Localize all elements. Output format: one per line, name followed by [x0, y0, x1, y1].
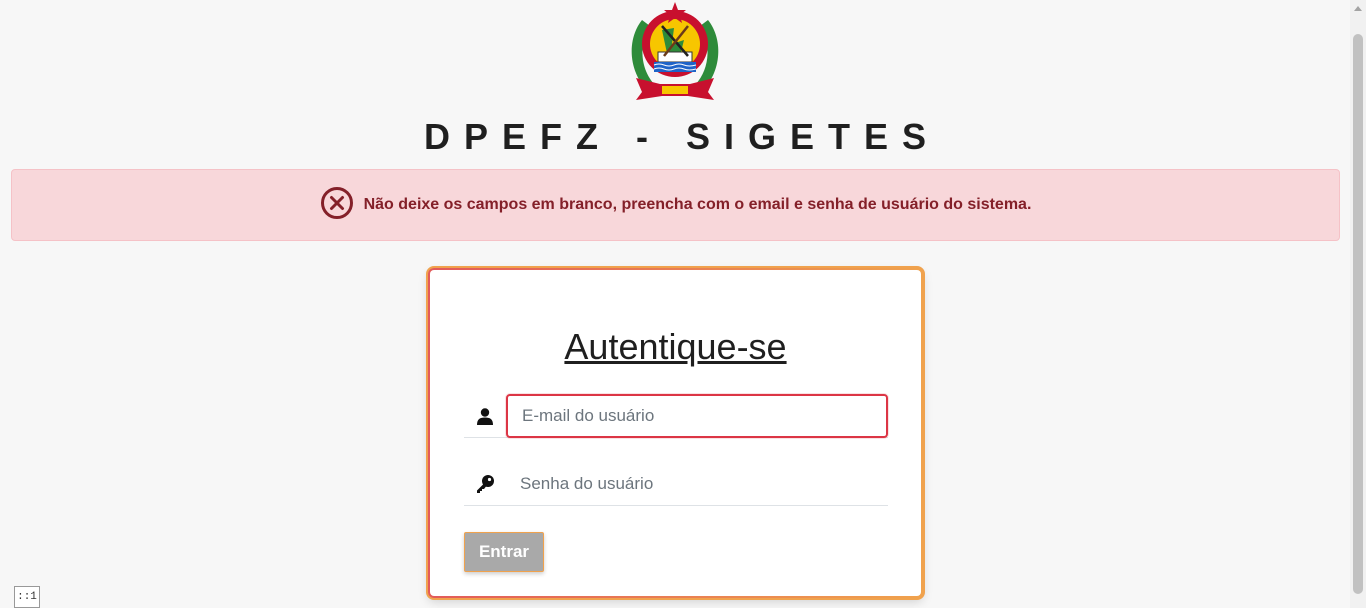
password-field-group	[464, 462, 888, 506]
debug-badge: ::1	[14, 586, 40, 608]
scroll-up-arrow-icon[interactable]	[1354, 6, 1362, 11]
email-input[interactable]	[506, 394, 888, 438]
login-card: Autentique-se Entrar	[428, 268, 923, 598]
x-circle-icon	[320, 187, 353, 219]
scrollbar-thumb[interactable]	[1353, 34, 1363, 594]
system-title: DPEFZ - SIGETES	[423, 116, 941, 157]
key-icon	[464, 462, 506, 506]
alert-message: Não deixe os campos em branco, preencha …	[363, 196, 1032, 213]
email-field-group	[464, 394, 888, 438]
submit-button[interactable]: Entrar	[464, 532, 544, 572]
password-input[interactable]	[506, 462, 888, 506]
login-page: DPEFZ - SIGETES Não deixe os campos em b…	[0, 0, 1366, 608]
coat-of-arms-logo	[622, 0, 728, 104]
user-icon	[464, 394, 506, 438]
vertical-scrollbar[interactable]	[1350, 0, 1366, 608]
login-title: Autentique-se	[564, 326, 787, 367]
error-alert: Não deixe os campos em branco, preencha …	[11, 169, 1340, 241]
